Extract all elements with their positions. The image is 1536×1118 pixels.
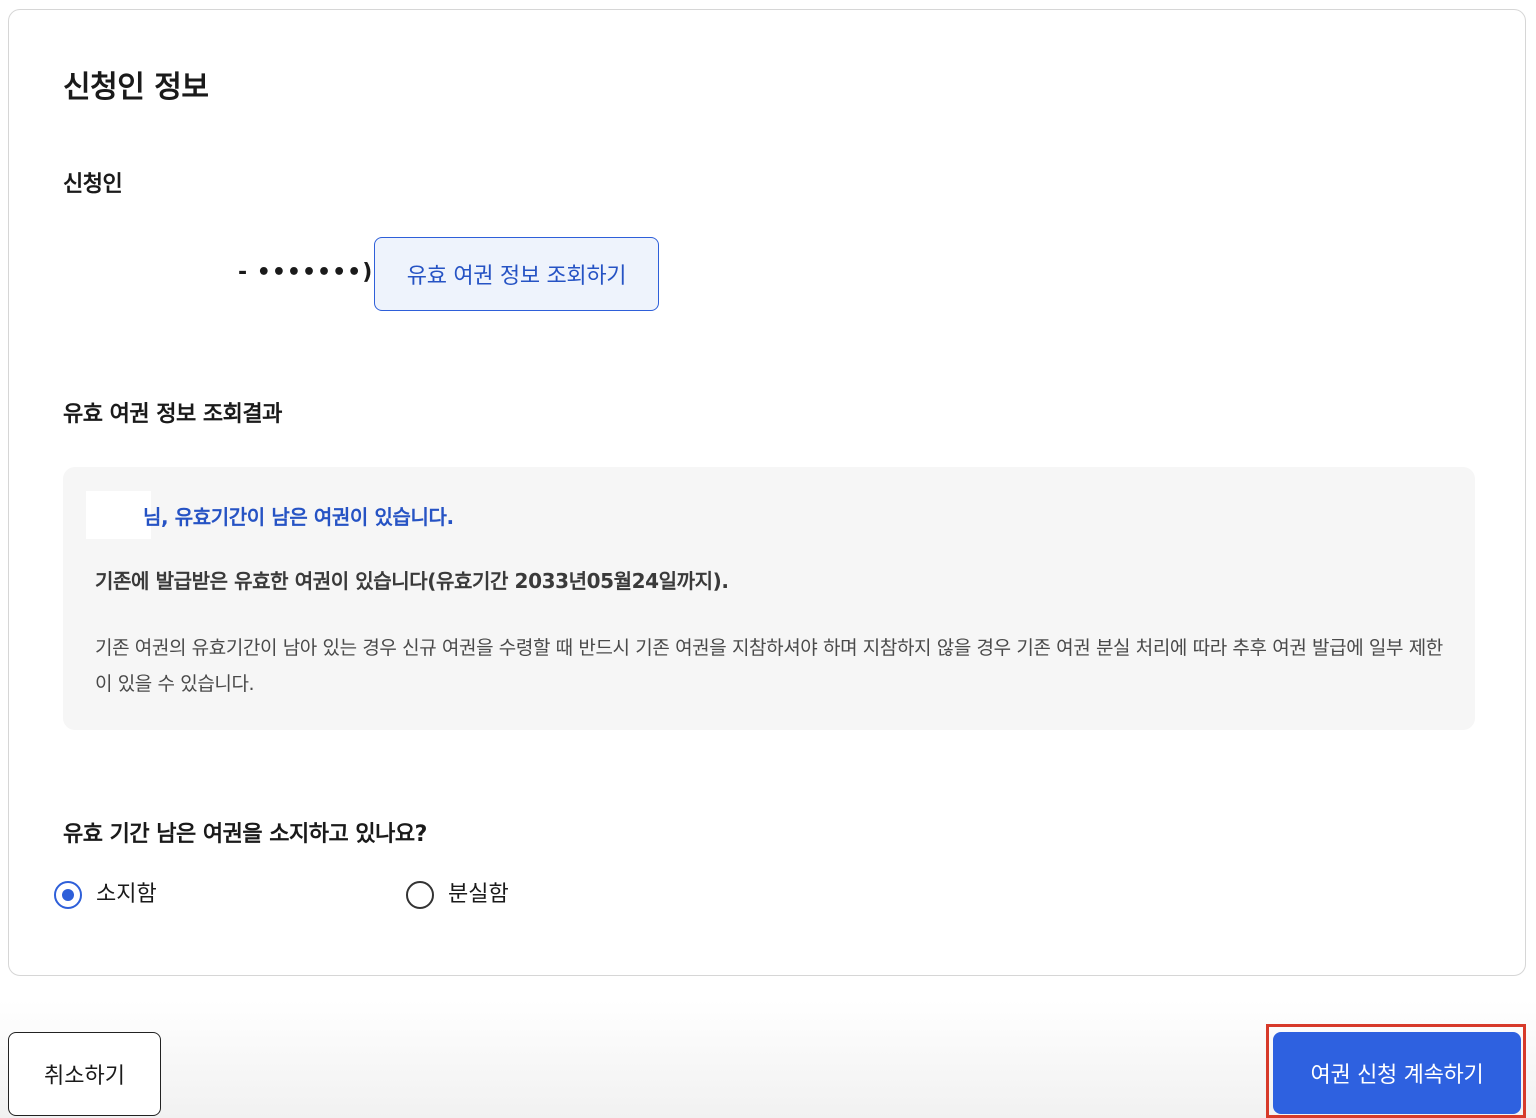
lookup-result-box: 님, 유효기간이 남은 여권이 있습니다. 기존에 발급받은 유효한 여권이 있…: [63, 467, 1475, 730]
page-title: 신청인 정보: [63, 70, 209, 105]
lookup-result-heading: 유효 여권 정보 조회결과: [63, 402, 282, 427]
radio-button-unchecked[interactable]: [406, 881, 434, 909]
notice-description: 기존 여권의 유효기간이 남아 있는 경우 신규 여권을 수령할 때 반드시 기…: [95, 637, 1443, 695]
applicant-label: 신청인: [63, 172, 123, 197]
radio-option-lost[interactable]: 분실함: [406, 878, 509, 912]
radio-label-possess: 소지함: [96, 882, 157, 907]
possession-question: 유효 기간 남은 여권을 소지하고 있나요?: [63, 822, 427, 847]
applicant-info-card: 신청인 정보 신청인 - •••••••) 유효 여권 정보 조회하기 유효 여…: [8, 9, 1526, 976]
radio-button-checked[interactable]: [54, 881, 82, 909]
redacted-name: [86, 491, 151, 539]
valid-until-text: 기존에 발급받은 유효한 여권이 있습니다(유효기간 2033년05월24일까지…: [95, 569, 729, 593]
valid-passport-notice-title: 님, 유효기간이 남은 여권이 있습니다.: [143, 505, 454, 529]
radio-option-possess[interactable]: 소지함: [54, 878, 157, 912]
radio-label-lost: 분실함: [448, 882, 509, 907]
continue-application-button[interactable]: 여권 신청 계속하기: [1273, 1032, 1521, 1114]
masked-resident-number: - •••••••): [238, 260, 374, 285]
cancel-button[interactable]: 취소하기: [8, 1032, 161, 1116]
lookup-valid-passport-button[interactable]: 유효 여권 정보 조회하기: [374, 237, 659, 311]
